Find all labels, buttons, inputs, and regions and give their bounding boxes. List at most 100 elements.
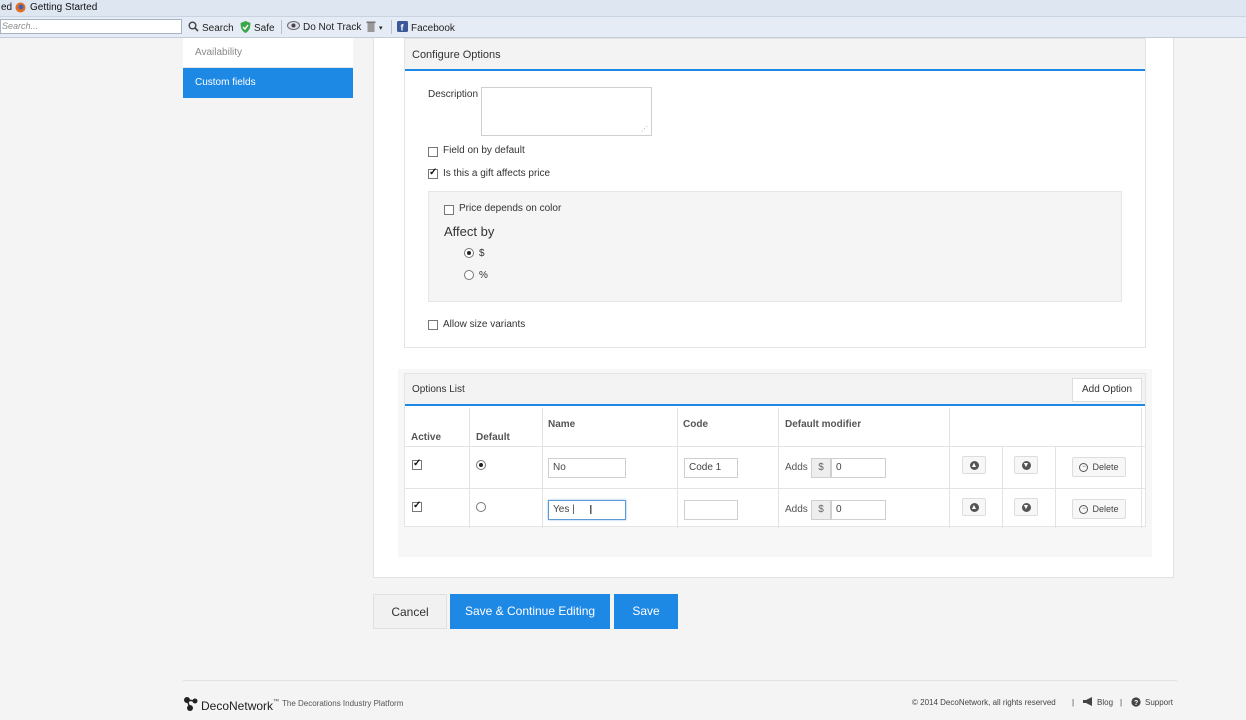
option-code-input[interactable]: Code 1 — [684, 458, 738, 478]
option-name-input[interactable]: Yes | — [548, 500, 626, 520]
firefox-icon — [15, 2, 26, 16]
arrow-up-icon: ▲ — [969, 461, 979, 470]
toolbar-do-not-track-button[interactable]: Do Not Track — [287, 21, 361, 33]
shield-check-icon — [240, 21, 251, 36]
row-divider — [405, 488, 1145, 489]
allow-size-variants-label: Allow size variants — [443, 319, 526, 330]
deconetwork-logo-icon — [183, 696, 199, 715]
price-depends-on-color-checkbox[interactable] — [444, 205, 454, 215]
row-default-radio[interactable] — [476, 460, 486, 470]
column-divider — [1002, 446, 1003, 528]
column-header-name: Name — [548, 419, 576, 430]
toolbar-search-button[interactable]: Search — [188, 21, 234, 35]
options-list-wrapper: Options List Add Option Active Default N… — [398, 369, 1152, 557]
facebook-icon: f — [397, 21, 408, 35]
column-divider — [542, 408, 543, 528]
bookmark-getting-started[interactable]: Getting Started — [30, 2, 97, 13]
price-settings-box: Price depends on color Affect by $ % — [428, 191, 1122, 302]
cancel-button[interactable]: Cancel — [373, 594, 447, 629]
sidebar-item-custom-fields[interactable]: Custom fields — [183, 68, 353, 98]
currency-addon: $ — [811, 500, 831, 520]
adds-label: Adds — [785, 504, 808, 515]
field-on-by-default-checkbox[interactable] — [428, 147, 438, 157]
allow-size-variants-checkbox[interactable] — [428, 320, 438, 330]
row-active-checkbox[interactable] — [412, 458, 422, 470]
options-list-card: Options List Add Option Active Default N… — [404, 373, 1146, 528]
column-divider — [1141, 408, 1142, 528]
toolbar-separator — [281, 20, 282, 34]
description-textarea[interactable]: ⋰ — [481, 87, 652, 136]
delete-circle-icon: − — [1079, 504, 1089, 514]
move-up-button[interactable]: ▲ — [962, 498, 986, 516]
price-depends-on-color-label: Price depends on color — [459, 203, 562, 214]
configure-options-title: Configure Options — [405, 39, 1145, 71]
toolbar-facebook-button[interactable]: f Facebook — [397, 21, 455, 35]
options-list-header: Options List Add Option — [405, 374, 1145, 406]
toolbar-separator — [391, 20, 392, 34]
column-header-code: Code — [683, 419, 708, 430]
affect-by-dollar-radio[interactable] — [464, 248, 474, 258]
adds-label: Adds — [785, 462, 808, 473]
field-on-by-default-label: Field on by default — [443, 145, 525, 156]
deconetwork-logo[interactable]: DecoNetwork ™ — [183, 696, 279, 715]
column-header-default-modifier: Default modifier — [785, 419, 862, 430]
browser-toolbar: Search... Search Safe Do Not Track ▾ f F… — [0, 17, 1246, 38]
arrow-down-icon: ▼ — [1021, 461, 1031, 470]
column-divider — [949, 408, 950, 528]
move-up-button[interactable]: ▲ — [962, 456, 986, 474]
trash-icon — [366, 21, 376, 35]
column-divider — [677, 408, 678, 528]
column-divider — [1055, 446, 1056, 528]
row-default-radio[interactable] — [476, 502, 486, 512]
dropdown-arrow-icon: ▾ — [379, 24, 383, 32]
move-down-button[interactable]: ▼ — [1014, 498, 1038, 516]
currency-addon: $ — [811, 458, 831, 478]
row-active-checkbox[interactable] — [412, 500, 422, 512]
toolbar-safe-button[interactable]: Safe — [240, 21, 275, 36]
bookmarks-bar: ed Getting Started — [0, 0, 1246, 17]
toolbar-do-not-track-label: Do Not Track — [303, 21, 362, 33]
configure-options-card: Configure Options Description ⋰ Field on… — [404, 38, 1146, 348]
eye-icon — [287, 21, 300, 33]
description-label: Description — [428, 89, 479, 100]
option-code-input[interactable] — [684, 500, 738, 520]
modifier-input[interactable]: 0 — [831, 458, 886, 478]
affect-by-percent-label: % — [479, 270, 488, 281]
column-header-active: Active — [411, 432, 442, 443]
delete-label: Delete — [1092, 504, 1119, 514]
affect-by-percent-radio[interactable] — [464, 270, 474, 280]
column-header-default: Default — [476, 432, 510, 443]
arrow-down-icon: ▼ — [1021, 503, 1031, 512]
footer-support-link[interactable]: Support — [1145, 698, 1173, 707]
product-sidebar: Availability Custom fields — [183, 38, 353, 98]
delete-label: Delete — [1092, 462, 1119, 472]
move-down-button[interactable]: ▼ — [1014, 456, 1038, 474]
sidebar-item-availability[interactable]: Availability — [183, 38, 353, 68]
footer-blog-link[interactable]: Blog — [1097, 698, 1113, 707]
save-continue-button[interactable]: Save & Continue Editing — [450, 594, 610, 629]
save-button[interactable]: Save — [614, 594, 678, 629]
toolbar-search-label: Search — [202, 22, 234, 34]
bookmark-fragment[interactable]: ed — [1, 2, 12, 13]
modifier-input[interactable]: 0 — [831, 500, 886, 520]
brand-tagline: The Decorations Industry Platform — [282, 699, 404, 708]
toolbar-search-input[interactable]: Search... — [0, 19, 182, 34]
column-divider — [469, 408, 470, 528]
copyright-text: © 2014 DecoNetwork, all rights reserved — [912, 698, 1056, 707]
options-list-title: Options List — [412, 384, 465, 395]
gift-affects-price-checkbox[interactable] — [428, 167, 438, 179]
magnifier-icon — [188, 21, 199, 35]
main-panel: Configure Options Description ⋰ Field on… — [373, 38, 1174, 578]
affect-by-dollar-label: $ — [479, 248, 485, 259]
delete-option-button[interactable]: − Delete — [1072, 499, 1126, 519]
gift-affects-price-label: Is this a gift affects price — [443, 168, 551, 179]
footer-divider — [183, 680, 1177, 681]
help-circle-icon: ? — [1131, 697, 1141, 709]
add-option-button[interactable]: Add Option — [1072, 378, 1142, 402]
megaphone-icon — [1083, 697, 1094, 708]
option-name-input[interactable]: No — [548, 458, 626, 478]
delete-option-button[interactable]: − Delete — [1072, 457, 1126, 477]
toolbar-safe-label: Safe — [254, 23, 275, 34]
footer-separator: | — [1120, 698, 1123, 707]
toolbar-trash-menu[interactable]: ▾ — [366, 21, 386, 35]
